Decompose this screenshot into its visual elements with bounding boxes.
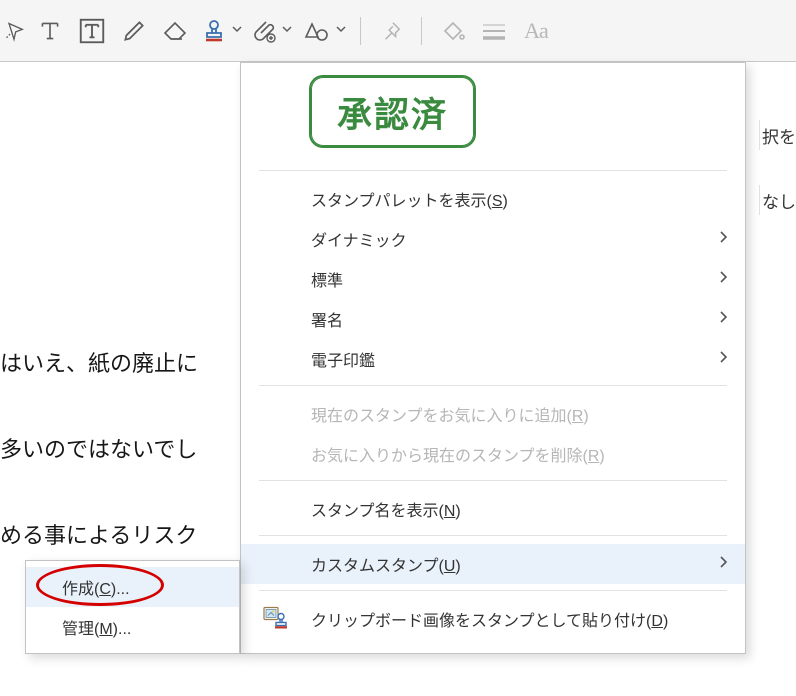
text-box-icon[interactable] [76, 12, 108, 50]
custom-stamp-submenu: 作成(C)... 管理(M)... [25, 560, 240, 654]
menu-item-remove-from-favorites: お気に入りから現在のスタンプを削除(R) [241, 434, 745, 474]
menu-item-label: クリップボード画像をスタンプとして貼り付け(D) [311, 607, 668, 631]
chevron-right-icon [719, 230, 727, 248]
stamp-preview-text: 承認済 [309, 75, 476, 148]
side-panel-fragment: 択を [759, 120, 796, 150]
menu-separator [259, 385, 727, 386]
stamp-clipboard-icon [263, 605, 289, 634]
caret-down-icon [282, 21, 292, 38]
document-text-line: はいえ、紙の廃止に [0, 346, 198, 381]
menu-item-add-to-favorites: 現在のスタンプをお気に入りに追加(R) [241, 394, 745, 434]
chevron-right-icon [719, 555, 727, 573]
document-text-line: める事によるリスク [0, 518, 197, 553]
fill-color-icon[interactable] [436, 12, 468, 50]
menu-item-electronic-seal[interactable]: 電子印鑑 [241, 339, 745, 379]
toolbar-separator [360, 17, 361, 45]
submenu-item-create[interactable]: 作成(C)... [26, 567, 239, 607]
menu-item-label: 現在のスタンプをお気に入りに追加(R) [311, 402, 589, 426]
menu-item-label: ダイナミック [311, 227, 407, 251]
add-text-icon[interactable] [34, 12, 66, 50]
menu-separator [259, 170, 727, 171]
menu-item-label: スタンプパレットを表示(S) [311, 187, 508, 211]
menu-item-label: 管理(M)... [62, 615, 131, 639]
stamp-icon[interactable]: stamp-icon [202, 12, 242, 50]
attach-icon[interactable] [252, 12, 292, 50]
pencil-icon[interactable] [118, 12, 150, 50]
annotation-toolbar: stamp-icon [0, 0, 796, 62]
menu-item-label: スタンプ名を表示(N) [311, 497, 461, 521]
stamp-dropdown-menu: 承認済 スタンプパレットを表示(S) ダイナミック 標準 署名 電子印鑑 [240, 62, 746, 654]
font-icon[interactable]: Aa [520, 12, 552, 50]
menu-item-label: お気に入りから現在のスタンプを削除(R) [311, 442, 605, 466]
menu-item-label: 標準 [311, 267, 343, 291]
caret-down-icon [232, 21, 242, 38]
side-panel-fragment: なし [759, 185, 796, 215]
menu-item-label: 電子印鑑 [311, 347, 375, 371]
submenu-item-manage[interactable]: 管理(M)... [26, 607, 239, 647]
menu-item-label: カスタムスタンプ(U) [311, 552, 461, 576]
chevron-right-icon [719, 270, 727, 288]
menu-item-label: 作成(C)... [62, 575, 130, 599]
caret-down-icon [336, 21, 346, 38]
menu-separator [259, 590, 727, 591]
chevron-right-icon [719, 350, 727, 368]
menu-separator [259, 480, 727, 481]
menu-item-custom-stamp[interactable]: カスタムスタンプ(U) [241, 544, 745, 584]
menu-item-show-stamp-name[interactable]: スタンプ名を表示(N) [241, 489, 745, 529]
menu-item-paste-clipboard-as-stamp[interactable]: クリップボード画像をスタンプとして貼り付け(D) [241, 599, 745, 639]
pin-icon[interactable] [375, 12, 407, 50]
document-text-line: 多いのではないでし [0, 432, 197, 467]
select-tool-icon[interactable] [4, 12, 24, 50]
stamp-preview[interactable]: 承認済 [241, 63, 745, 164]
toolbar-separator [421, 17, 422, 45]
line-width-icon[interactable] [478, 12, 510, 50]
menu-item-signature[interactable]: 署名 [241, 299, 745, 339]
drawing-tools-icon[interactable] [302, 12, 346, 50]
menu-item-label: 署名 [311, 307, 343, 331]
chevron-right-icon [719, 310, 727, 328]
eraser-icon[interactable] [160, 12, 192, 50]
menu-separator [259, 535, 727, 536]
menu-item-show-stamp-palette[interactable]: スタンプパレットを表示(S) [241, 179, 745, 219]
menu-item-dynamic[interactable]: ダイナミック [241, 219, 745, 259]
menu-item-standard[interactable]: 標準 [241, 259, 745, 299]
